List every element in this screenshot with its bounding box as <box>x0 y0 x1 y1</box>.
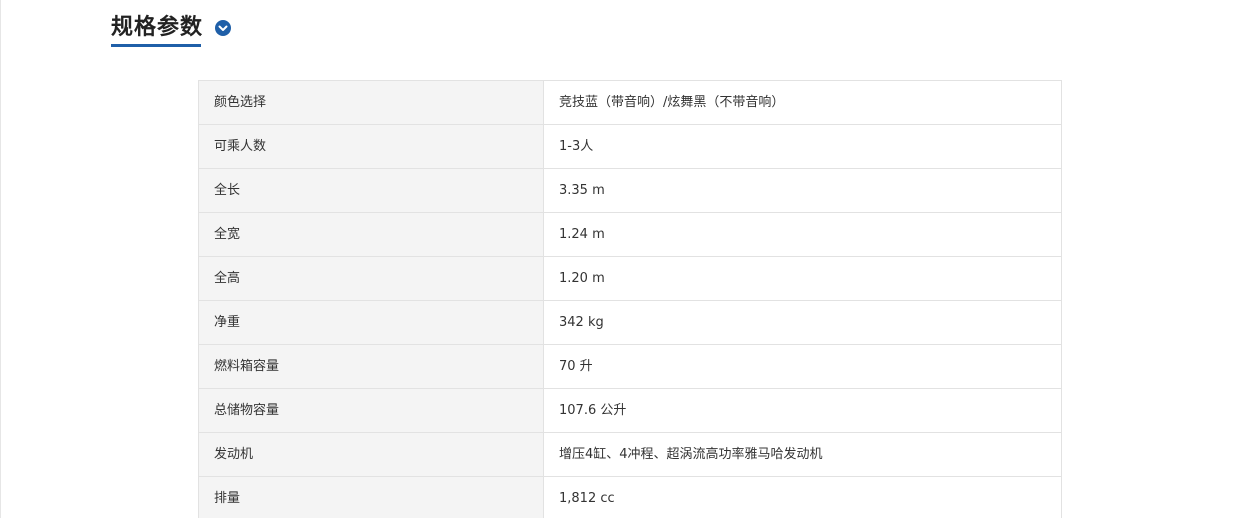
spec-value: 1.24 m <box>543 212 1062 257</box>
table-row: 排量 1,812 cc <box>198 476 1062 518</box>
section-title: 规格参数 <box>111 15 204 40</box>
page: 规格参数 颜色选择 竞技蓝（带音响）/炫舞黑（不带音响） 可乘人数 1-3人 全… <box>0 0 1257 518</box>
section-title-underline <box>111 44 201 47</box>
spec-label: 全宽 <box>198 212 544 257</box>
spec-value: 竞技蓝（带音响）/炫舞黑（不带音响） <box>543 80 1062 125</box>
spec-value: 3.35 m <box>543 168 1062 213</box>
table-row: 可乘人数 1-3人 <box>198 124 1062 169</box>
table-row: 全高 1.20 m <box>198 256 1062 301</box>
spec-label: 全高 <box>198 256 544 301</box>
spec-label: 发动机 <box>198 432 544 477</box>
spec-value: 70 升 <box>543 344 1062 389</box>
spec-label: 燃料箱容量 <box>198 344 544 389</box>
table-row: 全长 3.35 m <box>198 168 1062 213</box>
spec-label: 净重 <box>198 300 544 345</box>
table-row: 燃料箱容量 70 升 <box>198 344 1062 389</box>
table-row: 发动机 增压4缸、4冲程、超涡流高功率雅马哈发动机 <box>198 432 1062 477</box>
spec-label: 排量 <box>198 476 544 518</box>
spec-value: 1,812 cc <box>543 476 1062 518</box>
table-row: 总储物容量 107.6 公升 <box>198 388 1062 433</box>
table-row: 全宽 1.24 m <box>198 212 1062 257</box>
spec-label: 颜色选择 <box>198 80 544 125</box>
spec-value: 1-3人 <box>543 124 1062 169</box>
spec-value: 1.20 m <box>543 256 1062 301</box>
page-left-border <box>0 0 1 518</box>
table-row: 净重 342 kg <box>198 300 1062 345</box>
spec-label: 总储物容量 <box>198 388 544 433</box>
spec-label: 可乘人数 <box>198 124 544 169</box>
spec-value: 增压4缸、4冲程、超涡流高功率雅马哈发动机 <box>543 432 1062 477</box>
spec-label: 全长 <box>198 168 544 213</box>
spec-value: 342 kg <box>543 300 1062 345</box>
spec-value: 107.6 公升 <box>543 388 1062 433</box>
table-row: 颜色选择 竞技蓝（带音响）/炫舞黑（不带音响） <box>198 80 1062 125</box>
chevron-down-icon[interactable] <box>215 20 232 36</box>
section-header: 规格参数 <box>111 8 232 48</box>
spec-table: 颜色选择 竞技蓝（带音响）/炫舞黑（不带音响） 可乘人数 1-3人 全长 3.3… <box>198 80 1062 518</box>
